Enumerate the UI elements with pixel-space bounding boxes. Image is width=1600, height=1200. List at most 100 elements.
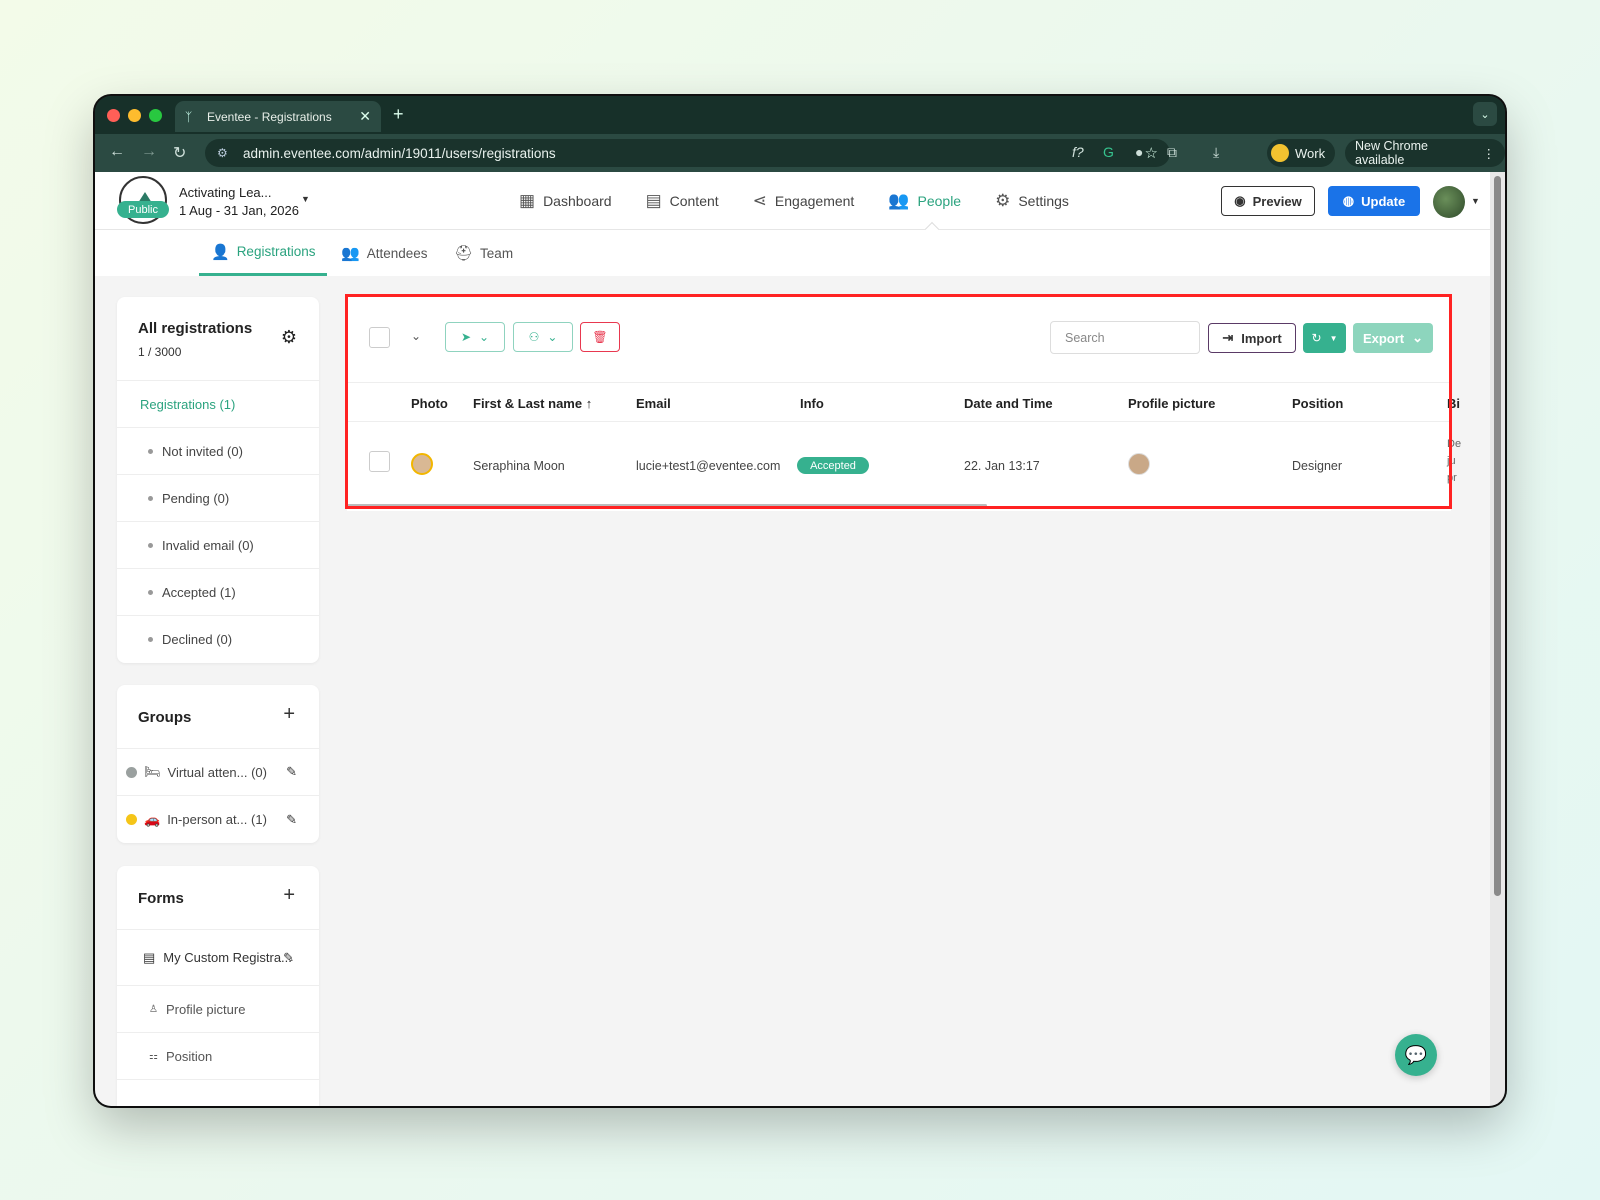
- filter-declined[interactable]: Declined (0): [117, 616, 319, 663]
- attendees-icon: 👥: [341, 245, 360, 262]
- nav-content[interactable]: ▤ Content: [646, 191, 719, 211]
- close-window-button[interactable]: [107, 109, 120, 122]
- form-field-row[interactable]: ♙ Profile picture: [117, 986, 319, 1033]
- preview-button[interactable]: ◉ Preview: [1221, 186, 1315, 216]
- new-tab-button[interactable]: +: [393, 104, 404, 125]
- search-input[interactable]: Search: [1050, 321, 1200, 354]
- tab-search-button[interactable]: ⌄: [1473, 102, 1497, 126]
- nav-engagement[interactable]: ⋖ Engagement: [753, 191, 855, 211]
- extensions-puzzle-icon[interactable]: ⧉: [1167, 144, 1177, 161]
- minimize-window-button[interactable]: [128, 109, 141, 122]
- cell-date-time: 22. Jan 13:17: [964, 459, 1040, 473]
- col-position[interactable]: Position: [1292, 396, 1343, 411]
- filter-label: Invalid email (0): [162, 537, 254, 553]
- filter-registrations[interactable]: Registrations (1): [117, 381, 319, 428]
- nav-people[interactable]: 👥 People: [888, 191, 961, 211]
- edit-pencil-icon[interactable]: ✎: [283, 950, 294, 966]
- nav-label: Dashboard: [543, 193, 612, 209]
- form-row[interactable]: ▤ My Custom Registra... ✎: [117, 930, 319, 986]
- event-name[interactable]: Activating Lea...: [179, 185, 272, 200]
- person-icon: ♙: [149, 1003, 158, 1015]
- col-bio[interactable]: Bi: [1447, 396, 1460, 411]
- maximize-window-button[interactable]: [149, 109, 162, 122]
- chrome-update-chip[interactable]: New Chrome available ⋮: [1345, 139, 1505, 167]
- site-info-icon[interactable]: ⚙: [217, 146, 235, 160]
- tab-registrations[interactable]: 👤 Registrations: [199, 230, 328, 276]
- filter-pending[interactable]: Pending (0): [117, 475, 319, 522]
- form-icon: ▤: [143, 949, 156, 965]
- form-field-label: Position: [165, 1048, 213, 1064]
- reload-icon[interactable]: ↻: [173, 143, 186, 163]
- edit-pencil-icon[interactable]: ✎: [286, 812, 297, 828]
- forward-icon[interactable]: →: [141, 143, 157, 161]
- nav-dashboard[interactable]: ▦ Dashboard: [519, 191, 612, 211]
- update-button[interactable]: ◍ Update: [1328, 186, 1420, 216]
- send-invite-button[interactable]: ➤ ⌄: [445, 322, 505, 352]
- cell-name[interactable]: Seraphina Moon: [473, 459, 565, 473]
- share-icon: ⋖: [752, 191, 767, 210]
- address-bar[interactable]: ⚙ admin.eventee.com/admin/19011/users/re…: [205, 139, 1170, 167]
- group-color-dot: [126, 766, 137, 778]
- account-caret-icon[interactable]: ▼: [1471, 196, 1480, 206]
- browser-tab[interactable]: ᛉ Eventee - Registrations ✕: [175, 101, 381, 132]
- grammarly-icon[interactable]: G: [1103, 144, 1114, 160]
- dropper-extension-icon[interactable]: ●: [1135, 144, 1143, 160]
- group-label: Virtual atten... (0): [167, 764, 267, 780]
- avatar[interactable]: [1433, 186, 1465, 218]
- car-icon: 🚗: [144, 811, 161, 827]
- sync-button[interactable]: ↻ ▼: [1303, 323, 1346, 353]
- col-date-time[interactable]: Date and Time: [964, 396, 1053, 411]
- delete-button[interactable]: 🗑: [580, 322, 620, 352]
- import-label: Import: [1241, 330, 1282, 346]
- tab-attendees[interactable]: 👥 Attendees: [341, 230, 427, 276]
- nav-settings[interactable]: ⚙ Settings: [995, 191, 1069, 211]
- chevron-down-icon[interactable]: ⌄: [411, 329, 421, 343]
- app-header: Public Activating Lea... 1 Aug - 31 Jan,…: [95, 172, 1490, 237]
- add-form-button[interactable]: +: [283, 884, 295, 907]
- export-button[interactable]: Export ⌄: [1353, 323, 1433, 353]
- vertical-scrollbar[interactable]: [1490, 172, 1505, 1106]
- kebab-menu-icon[interactable]: ⋮: [1483, 146, 1496, 161]
- form-field-row[interactable]: ⚏ Position: [117, 1033, 319, 1080]
- group-color-dot: [126, 814, 137, 825]
- edit-pencil-icon[interactable]: ✎: [286, 764, 297, 780]
- import-button[interactable]: ⇥ Import: [1208, 323, 1296, 353]
- bio-line: ju: [1447, 455, 1456, 467]
- tab-strip: ᛉ Eventee - Registrations ✕ + ⌄: [95, 96, 1505, 134]
- add-group-button[interactable]: +: [283, 703, 295, 726]
- group-row[interactable]: 🛏 Virtual atten... (0) ✎: [117, 749, 319, 796]
- tab-label: Attendees: [366, 245, 428, 261]
- event-switcher-caret-icon[interactable]: ▼: [301, 194, 310, 204]
- filter-not-invited[interactable]: Not invited (0): [117, 428, 319, 475]
- col-email[interactable]: Email: [636, 396, 671, 411]
- close-tab-icon[interactable]: ✕: [359, 108, 371, 125]
- tab-title: Eventee - Registrations: [207, 109, 332, 124]
- filter-invalid-email[interactable]: Invalid email (0): [117, 522, 319, 569]
- gear-icon[interactable]: ⚙: [281, 327, 297, 348]
- horizontal-scrollbar[interactable]: [347, 504, 987, 507]
- back-icon[interactable]: ←: [109, 143, 125, 161]
- col-name[interactable]: First & Last name ↑: [473, 396, 592, 411]
- select-all-checkbox[interactable]: [369, 327, 390, 348]
- import-icon: ⇥: [1222, 330, 1234, 345]
- registrations-title: All registrations: [138, 320, 253, 337]
- chat-button[interactable]: 💬: [1395, 1034, 1437, 1076]
- download-icon[interactable]: ⤓: [1213, 144, 1219, 161]
- nav-label: Content: [669, 193, 719, 209]
- col-info[interactable]: Info: [800, 396, 824, 411]
- assign-group-button[interactable]: ⚇ ⌄: [513, 322, 573, 352]
- cell-email: lucie+test1@eventee.com: [636, 459, 781, 473]
- col-photo[interactable]: Photo: [411, 396, 448, 411]
- fx-extension-icon[interactable]: f?: [1072, 144, 1084, 160]
- group-row[interactable]: 🚗 In-person at... (1) ✎: [117, 796, 319, 843]
- bed-icon: 🛏: [144, 764, 161, 779]
- row-checkbox[interactable]: [369, 451, 390, 472]
- profile-chip[interactable]: Work: [1267, 139, 1336, 167]
- event-dates: 1 Aug - 31 Jan, 2026: [179, 203, 299, 218]
- filter-accepted[interactable]: Accepted (1): [117, 569, 319, 616]
- eventee-favicon-icon: ᛉ: [185, 109, 193, 124]
- bookmark-star-icon[interactable]: ☆: [1145, 144, 1158, 162]
- tab-team[interactable]: ⛑ Team: [454, 230, 513, 276]
- col-profile-picture[interactable]: Profile picture: [1128, 396, 1215, 411]
- tab-label: Team: [480, 245, 514, 261]
